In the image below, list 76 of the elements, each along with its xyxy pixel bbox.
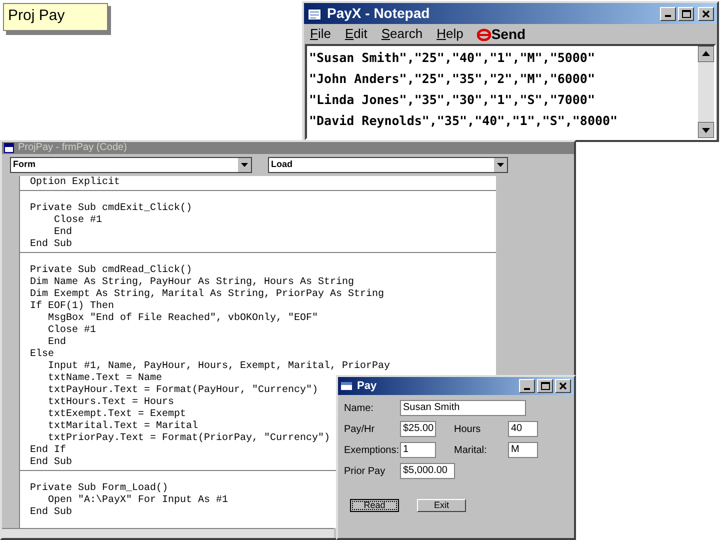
menu-item[interactable]: Search (381, 24, 423, 44)
object-dropdown[interactable]: Form (10, 157, 252, 173)
code-line: Else (30, 349, 54, 361)
close-icon (702, 10, 710, 18)
form-icon (341, 381, 353, 391)
code-line: txtPriorPay.Text = Format(PriorPay, "Currency") (47, 433, 330, 444)
code-line: txtName.Text = Name (47, 373, 162, 384)
form-button[interactable]: Exit (417, 499, 466, 512)
maximize-button[interactable] (678, 6, 694, 20)
window-title: ProjPay - frmPay (Code) (18, 142, 127, 154)
field-label: Pay/Hr (344, 422, 376, 436)
code-line: Option Explicit (30, 177, 120, 189)
code-line: Private Sub cmdRead_Click() (30, 265, 192, 276)
text-field[interactable]: M (508, 442, 538, 458)
notepad-icon (307, 6, 323, 20)
send-menu-item[interactable]: Send (477, 24, 526, 44)
close-icon (559, 382, 567, 390)
maximize-icon (682, 10, 690, 18)
code-line: Private Sub cmdExit_Click() (30, 203, 192, 214)
code-line: txtMarital.Text = Marital (47, 421, 198, 432)
code-line: End If (30, 445, 66, 456)
code-line: Dim Exempt As String, Marital As String, PriorPay As String (30, 289, 384, 300)
code-line: txtHours.Text = Hours (47, 397, 174, 409)
scroll-down-icon[interactable] (698, 122, 714, 138)
form-button[interactable]: Read (350, 499, 399, 512)
field-label: Prior Pay (344, 464, 386, 478)
e-logo-icon (477, 27, 492, 41)
field-label: Name: (344, 402, 374, 416)
code-line: Dim Name As String, PayHour As String, Hours As String (30, 277, 354, 288)
vertical-scrollbar[interactable] (698, 46, 714, 138)
text-field[interactable]: 40 (508, 421, 538, 437)
close-button[interactable] (555, 379, 571, 393)
text-line: "Susan Smith","25","40","1","M","5000" (309, 49, 595, 67)
maximize-icon (540, 382, 550, 390)
minimize-button[interactable] (519, 379, 535, 393)
caret-icon (238, 158, 251, 172)
close-button[interactable] (698, 6, 714, 20)
code-line: End (47, 337, 66, 348)
field-label: Marital: (454, 444, 488, 458)
code-line: Input #1, Name, PayHour, Hours, Exempt, Marital, PriorPay (47, 361, 390, 373)
window-title: Pay (357, 378, 378, 394)
minimize-icon (524, 388, 530, 390)
code-line: End Sub (30, 457, 72, 469)
code-line: txtPayHour.Text = Format(PayHour, "Currency") (47, 385, 318, 397)
code-line: Close #1 (47, 325, 96, 336)
code-line: MsgBox "End of File Reached", vbOKOnly, "EOF" (47, 313, 318, 324)
code-line: Open "A:\PayX" For Input As #1 (47, 495, 228, 506)
field-label: Exemptions: (344, 444, 400, 458)
menu-item[interactable]: File (310, 24, 331, 44)
field-label: Hours (454, 422, 482, 436)
minimize-button[interactable] (660, 6, 676, 20)
code-line: Close #1 (53, 215, 102, 226)
code-line: End Sub (30, 239, 72, 251)
code-line: Private Sub Form_Load() (30, 483, 168, 494)
text-field[interactable]: $25.00 (400, 421, 436, 437)
text-field[interactable]: $5,000.00 (400, 463, 455, 479)
text-field[interactable]: Susan Smith (400, 400, 526, 416)
code-line: If EOF(1) Then (30, 301, 114, 312)
slide-label: Proj Pay (3, 3, 108, 31)
text-field[interactable]: 1 (400, 442, 436, 458)
code-line: End Sub (30, 507, 72, 519)
text-line: "Linda Jones","35","30","1","S","7000" (309, 91, 595, 109)
text-line: "John Anders","25","35","2","M","6000" (309, 70, 595, 88)
menu-item[interactable]: Edit (344, 24, 368, 44)
window-title: PayX - Notepad (327, 4, 431, 23)
code-line: txtExempt.Text = Exempt (47, 409, 186, 420)
procedure-dropdown[interactable]: Load (268, 157, 508, 173)
horizontal-scrollbar[interactable] (2, 528, 334, 538)
code-line: End (53, 227, 72, 238)
caret-icon (494, 158, 507, 172)
maximize-button[interactable] (537, 379, 553, 393)
minimize-icon (665, 15, 671, 17)
scroll-up-icon[interactable] (698, 46, 714, 62)
menu-item[interactable]: Help (436, 24, 464, 44)
code-window-icon (4, 143, 14, 153)
text-line: "David Reynolds","35","40","1","S","8000" (309, 112, 618, 130)
